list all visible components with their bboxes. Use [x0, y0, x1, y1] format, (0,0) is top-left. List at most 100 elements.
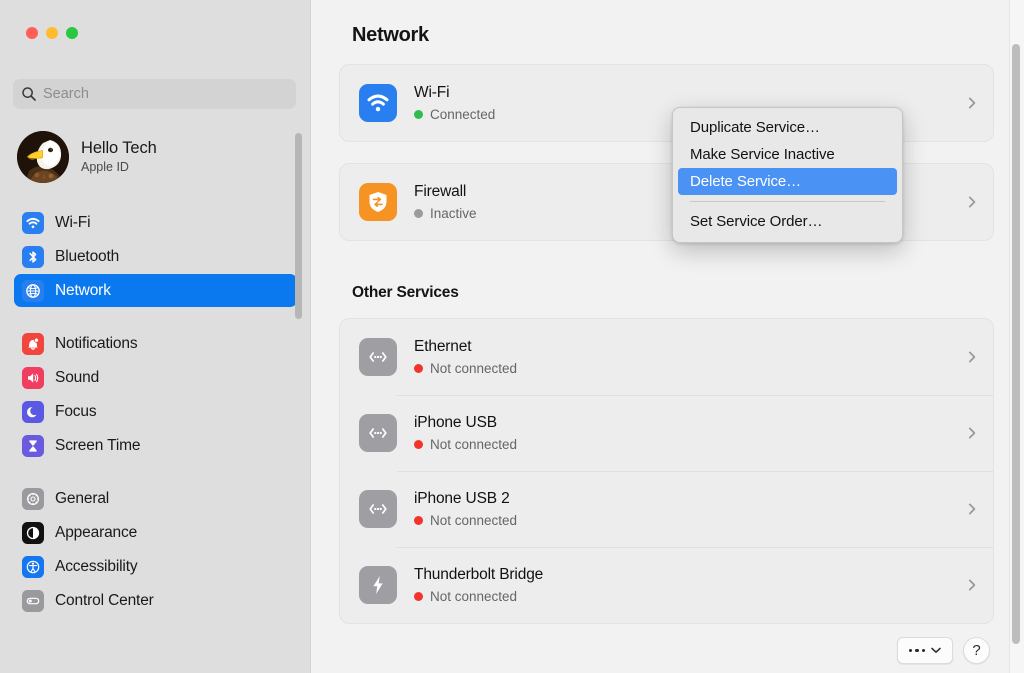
- chevron-down-icon: [931, 647, 941, 654]
- sidebar-item-control-center[interactable]: Control Center: [14, 584, 297, 617]
- search-input[interactable]: [43, 86, 288, 102]
- sidebar-item-wifi[interactable]: Wi-Fi: [14, 206, 297, 239]
- status-dot: [414, 110, 423, 119]
- wifi-icon: [359, 84, 397, 122]
- eagle-avatar-icon: [17, 131, 69, 183]
- bluetooth-icon: [22, 246, 44, 268]
- sidebar-divider-1: [0, 308, 311, 327]
- context-menu-item-duplicate-service[interactable]: Duplicate Service…: [678, 114, 897, 141]
- sidebar-item-bluetooth[interactable]: Bluetooth: [14, 240, 297, 273]
- service-row-iphone-usb-2[interactable]: iPhone USB 2 Not connected: [340, 471, 993, 547]
- hourglass-icon: [22, 435, 44, 457]
- status-dot: [414, 364, 423, 373]
- service-name: Firewall: [414, 183, 466, 200]
- status-label: Not connected: [430, 589, 517, 605]
- sidebar-group-general: General Appearance: [0, 482, 311, 617]
- sidebar-item-screen-time[interactable]: Screen Time: [14, 429, 297, 462]
- service-row-thunderbolt-bridge[interactable]: Thunderbolt Bridge Not connected: [340, 547, 993, 623]
- accessibility-icon: [22, 556, 44, 578]
- status-dot: [414, 516, 423, 525]
- wifi-icon: [22, 212, 44, 234]
- bell-icon: [22, 333, 44, 355]
- chevron-right-icon[interactable]: [965, 96, 979, 110]
- thunderbolt-icon: [359, 566, 397, 604]
- sidebar-nav: Wi-Fi Bluetooth: [0, 206, 311, 673]
- service-text: Thunderbolt Bridge Not connected: [414, 565, 543, 605]
- chevron-right-icon[interactable]: [965, 502, 979, 516]
- content-area: Network Wi-Fi Connected: [311, 0, 1024, 673]
- appearance-icon: [22, 522, 44, 544]
- other-services-card: Ethernet Not connected: [339, 318, 994, 624]
- content-scrollbar-thumb[interactable]: [1012, 44, 1020, 644]
- service-status: Not connected: [414, 437, 517, 453]
- sidebar-item-accessibility[interactable]: Accessibility: [14, 550, 297, 583]
- help-button[interactable]: ?: [963, 637, 990, 664]
- service-text: iPhone USB 2 Not connected: [414, 489, 517, 529]
- service-name: Thunderbolt Bridge: [414, 566, 543, 583]
- more-options-button[interactable]: [897, 637, 953, 664]
- sidebar-item-label: Wi-Fi: [55, 214, 90, 232]
- avatar: [17, 131, 69, 183]
- sidebar-item-sound[interactable]: Sound: [14, 361, 297, 394]
- account-name: Hello Tech: [81, 139, 157, 158]
- sidebar-item-label: Notifications: [55, 335, 137, 353]
- chevron-right-icon[interactable]: [965, 195, 979, 209]
- content-scrollbar-track: [1009, 0, 1024, 673]
- service-name: Wi-Fi: [414, 84, 449, 101]
- sidebar-item-label: Bluetooth: [55, 248, 119, 266]
- maximize-button[interactable]: [66, 27, 78, 39]
- gear-icon: [22, 488, 44, 510]
- sidebar-item-label: Screen Time: [55, 437, 140, 455]
- globe-icon: [22, 280, 44, 302]
- context-menu-item-make-service-inactive[interactable]: Make Service Inactive: [678, 141, 897, 168]
- control-center-icon: [22, 590, 44, 612]
- sidebar-item-label: Sound: [55, 369, 99, 387]
- sidebar-divider-2: [0, 463, 311, 482]
- sidebar-item-network[interactable]: Network: [14, 274, 297, 307]
- service-row-iphone-usb[interactable]: iPhone USB Not connected: [340, 395, 993, 471]
- sidebar-item-focus[interactable]: Focus: [14, 395, 297, 428]
- service-status: Not connected: [414, 513, 517, 529]
- sidebar-group-system: Notifications Sound: [0, 327, 311, 462]
- sidebar-item-label: Appearance: [55, 524, 137, 542]
- search-field[interactable]: [13, 79, 296, 109]
- service-text: iPhone USB Not connected: [414, 413, 517, 453]
- sidebar-item-notifications[interactable]: Notifications: [14, 327, 297, 360]
- speaker-icon: [22, 367, 44, 389]
- account-subtitle: Apple ID: [81, 160, 157, 174]
- sidebar-item-general[interactable]: General: [14, 482, 297, 515]
- system-settings-window: Hello Tech Apple ID Wi-Fi: [0, 0, 1024, 673]
- minimize-button[interactable]: [46, 27, 58, 39]
- status-dot: [414, 592, 423, 601]
- context-menu-separator: [690, 201, 885, 202]
- context-menu-item-delete-service[interactable]: Delete Service…: [678, 168, 897, 195]
- context-menu-item-set-service-order[interactable]: Set Service Order…: [678, 208, 897, 235]
- status-label: Not connected: [430, 513, 517, 529]
- chevron-right-icon[interactable]: [965, 426, 979, 440]
- apple-id-account-row[interactable]: Hello Tech Apple ID: [11, 128, 286, 186]
- status-dot: [414, 209, 423, 218]
- service-name: iPhone USB 2: [414, 490, 510, 507]
- service-name: Ethernet: [414, 338, 471, 355]
- service-status: Inactive: [414, 206, 477, 222]
- status-dot: [414, 440, 423, 449]
- chevron-right-icon[interactable]: [965, 578, 979, 592]
- sidebar-group-connectivity: Wi-Fi Bluetooth: [0, 206, 311, 307]
- moon-icon: [22, 401, 44, 423]
- ethernet-icon: [359, 490, 397, 528]
- sidebar-item-label: Focus: [55, 403, 96, 421]
- sidebar-item-label: Control Center: [55, 592, 154, 610]
- sidebar-item-appearance[interactable]: Appearance: [14, 516, 297, 549]
- footer-actions: ?: [897, 637, 990, 664]
- chevron-right-icon[interactable]: [965, 350, 979, 364]
- service-row-ethernet[interactable]: Ethernet Not connected: [340, 319, 993, 395]
- sidebar-item-label: Accessibility: [55, 558, 137, 576]
- close-button[interactable]: [26, 27, 38, 39]
- status-label: Connected: [430, 107, 495, 123]
- search-icon: [21, 86, 37, 102]
- service-name: iPhone USB: [414, 414, 497, 431]
- sidebar-scrollbar[interactable]: [295, 133, 302, 319]
- sidebar: Hello Tech Apple ID Wi-Fi: [0, 0, 311, 673]
- account-text: Hello Tech Apple ID: [81, 139, 157, 174]
- firewall-shield-icon: [359, 183, 397, 221]
